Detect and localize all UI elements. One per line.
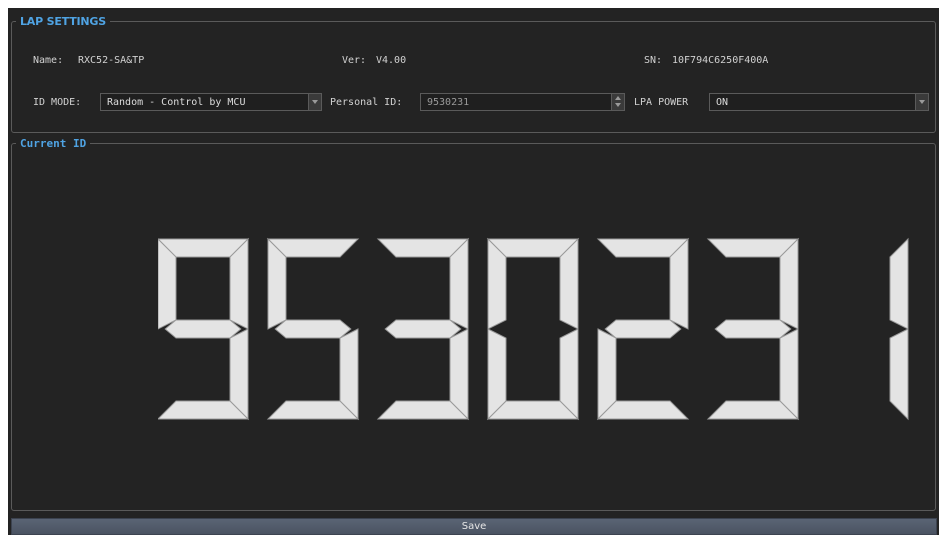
version-label: Ver:: [342, 55, 367, 66]
segment-g: [384, 319, 462, 339]
digit-1: [158, 237, 250, 421]
lap-settings-group: LAP SETTINGS: [11, 15, 936, 133]
lpa-power-dropdown[interactable]: ON: [709, 93, 929, 111]
save-button[interactable]: Save: [11, 518, 937, 535]
digit-3: [376, 237, 470, 421]
segment-c: [889, 328, 909, 421]
current-id-title: Current ID: [20, 137, 87, 150]
lap-settings-window: LAP SETTINGS Name: RXC52-SA&TP Ver: V4.0…: [8, 8, 939, 535]
lap-settings-title: LAP SETTINGS: [20, 15, 106, 28]
personal-id-label: Personal ID:: [330, 97, 403, 108]
spin-down-icon[interactable]: [615, 103, 621, 107]
name-label: Name:: [33, 55, 64, 66]
segment-g: [714, 319, 792, 339]
spin-up-icon[interactable]: [615, 96, 621, 100]
digit-2: [266, 237, 360, 421]
serial-number-label: SN:: [644, 55, 663, 66]
current-id-display: [158, 237, 909, 421]
segment-g: [164, 319, 242, 339]
lpa-power-value: ON: [716, 97, 729, 108]
spin-buttons[interactable]: [611, 94, 624, 110]
segment-b: [889, 237, 909, 330]
id-mode-value: Random - Control by MCU: [107, 97, 246, 108]
digit-6: [706, 237, 800, 421]
segment-g: [274, 319, 352, 339]
serial-number-value: 10F794C6250F400A: [672, 55, 769, 66]
chevron-down-icon[interactable]: [308, 94, 321, 110]
id-mode-dropdown[interactable]: Random - Control by MCU: [100, 93, 322, 111]
digit-4: [486, 237, 580, 421]
digit-5: [596, 237, 690, 421]
personal-id-value: 9530231: [427, 97, 470, 108]
version-value: V4.00: [376, 55, 407, 66]
digit-7: [889, 237, 909, 421]
id-mode-label: ID MODE:: [33, 97, 82, 108]
personal-id-spinbox[interactable]: 9530231: [420, 93, 625, 111]
segment-g: [604, 319, 682, 339]
name-value: RXC52-SA&TP: [78, 55, 145, 66]
lpa-power-label: LPA POWER: [634, 97, 689, 108]
chevron-down-icon[interactable]: [915, 94, 928, 110]
